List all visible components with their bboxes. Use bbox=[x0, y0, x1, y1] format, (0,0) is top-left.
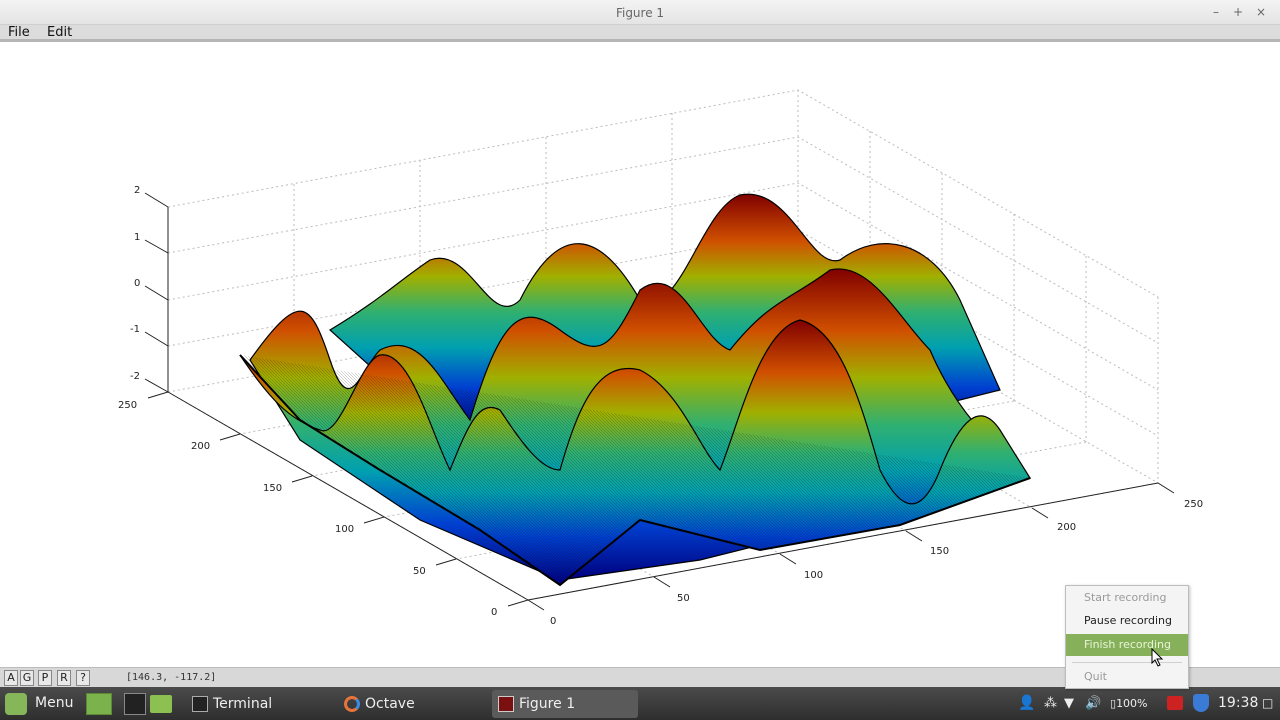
battery-percent: 100% bbox=[1116, 697, 1148, 710]
rotate-button[interactable]: R bbox=[57, 670, 71, 686]
z-tick-label: -2 bbox=[130, 371, 140, 382]
grid-button[interactable]: G bbox=[20, 670, 34, 686]
x-tick-label: 200 bbox=[1057, 522, 1076, 533]
z-tick-label: 0 bbox=[134, 278, 140, 289]
figure-icon bbox=[498, 696, 514, 712]
taskbar-window-label: Figure 1 bbox=[519, 696, 576, 712]
maximize-button[interactable]: + bbox=[1228, 3, 1248, 21]
menu-finish-recording[interactable]: Finish recording bbox=[1066, 634, 1188, 656]
menu-separator bbox=[1072, 662, 1182, 663]
y-tick-label: 200 bbox=[191, 441, 210, 452]
battery-indicator[interactable]: ▯100% bbox=[1110, 687, 1148, 720]
menu-button[interactable]: Menu bbox=[35, 687, 73, 720]
files-launcher-icon[interactable] bbox=[150, 695, 172, 713]
y-tick-label: 150 bbox=[263, 483, 282, 494]
x-tick-label: 0 bbox=[550, 616, 556, 627]
y-tick-label: 0 bbox=[491, 607, 497, 618]
y-tick-label: 100 bbox=[335, 524, 354, 535]
show-desktop-icon[interactable] bbox=[86, 693, 112, 715]
z-tick-label: 2 bbox=[134, 185, 140, 196]
cursor-coordinates: [146.3, -117.2] bbox=[126, 672, 217, 683]
close-button[interactable]: × bbox=[1251, 3, 1271, 21]
octave-icon bbox=[344, 696, 360, 712]
recording-context-menu: Start recording Pause recording Finish r… bbox=[1065, 585, 1189, 689]
x-tick-label: 150 bbox=[930, 546, 949, 557]
user-icon[interactable]: 👤 bbox=[1018, 687, 1035, 720]
surface-plot: 2 1 0 -1 -2 250 200 150 100 50 0 0 50 10… bbox=[118, 89, 1203, 627]
taskbar: Menu Terminal Octave Figure 1 👤 ⁂ ▼ 🔊 ▯1… bbox=[0, 687, 1280, 720]
z-tick-label: 1 bbox=[134, 232, 140, 243]
minimize-button[interactable]: – bbox=[1206, 3, 1226, 21]
y-tick-label: 250 bbox=[118, 400, 137, 411]
network-icon[interactable]: ▼ bbox=[1064, 687, 1074, 720]
surface-mesh bbox=[239, 193, 1032, 587]
y-tick-label: 50 bbox=[413, 566, 426, 577]
taskbar-window-octave[interactable]: Octave bbox=[340, 690, 488, 718]
menu-file[interactable]: File bbox=[8, 25, 30, 41]
help-button[interactable]: ? bbox=[76, 670, 90, 686]
taskbar-window-label: Terminal bbox=[213, 696, 273, 712]
window-titlebar[interactable]: Figure 1 – + × bbox=[0, 0, 1280, 25]
terminal-icon bbox=[192, 696, 208, 712]
menu-start-recording[interactable]: Start recording bbox=[1066, 587, 1188, 609]
volume-icon[interactable]: 🔊 bbox=[1085, 687, 1101, 720]
figure-canvas[interactable]: 2 1 0 -1 -2 250 200 150 100 50 0 0 50 10… bbox=[0, 45, 1280, 667]
menu-edit[interactable]: Edit bbox=[47, 25, 72, 41]
clock[interactable]: 19:38 bbox=[1218, 687, 1258, 720]
recorder-icon[interactable] bbox=[1167, 696, 1183, 710]
mouse-cursor-icon bbox=[1151, 648, 1164, 667]
pan-button[interactable]: P bbox=[38, 670, 52, 686]
menu-quit[interactable]: Quit bbox=[1066, 666, 1188, 688]
x-tick-label: 250 bbox=[1184, 499, 1203, 510]
autoscale-button[interactable]: A bbox=[4, 670, 18, 686]
menu-pause-recording[interactable]: Pause recording bbox=[1066, 610, 1188, 632]
terminal-launcher-icon[interactable] bbox=[124, 693, 146, 715]
window-title: Figure 1 bbox=[615, 6, 665, 20]
taskbar-window-terminal[interactable]: Terminal bbox=[186, 690, 334, 718]
update-shield-icon[interactable] bbox=[1193, 694, 1209, 712]
bluetooth-icon[interactable]: ⁂ bbox=[1044, 687, 1057, 720]
z-tick-label: -1 bbox=[130, 324, 140, 335]
mint-menu-icon[interactable] bbox=[5, 693, 27, 715]
notifications-icon[interactable]: □ bbox=[1262, 687, 1273, 720]
x-tick-label: 100 bbox=[804, 570, 823, 581]
taskbar-window-figure[interactable]: Figure 1 bbox=[492, 690, 638, 718]
menu-bar: File Edit bbox=[0, 25, 1280, 42]
taskbar-window-label: Octave bbox=[365, 696, 415, 712]
x-tick-label: 50 bbox=[677, 593, 690, 604]
